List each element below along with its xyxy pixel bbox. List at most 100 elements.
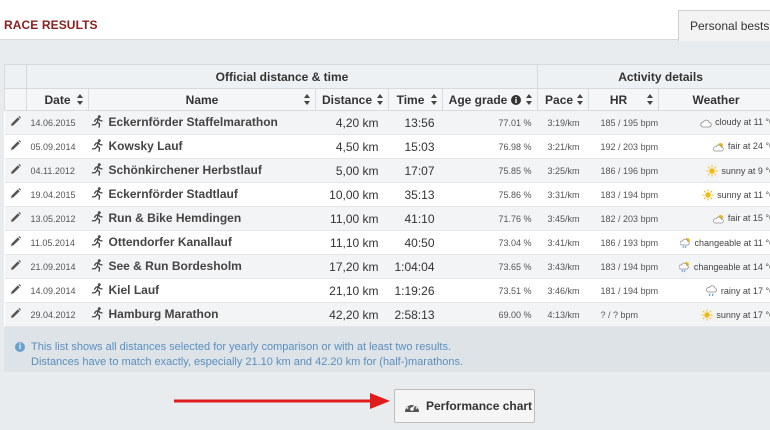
edit-icon[interactable] bbox=[10, 211, 21, 223]
info-icon[interactable] bbox=[511, 94, 522, 105]
col-hr-header[interactable]: HR bbox=[588, 88, 660, 111]
edit-icon[interactable] bbox=[10, 259, 21, 271]
edit-icon[interactable] bbox=[10, 139, 21, 151]
group-activity-header: Activity details bbox=[537, 64, 770, 89]
pace: 3:41/km bbox=[537, 230, 589, 255]
table-row[interactable]: 13.05.2012 Run & Bike Hemdingen 11,00 km 41… bbox=[4, 206, 770, 231]
edit-icon[interactable] bbox=[10, 235, 21, 247]
race-name[interactable]: See & Run Bordesholm bbox=[109, 259, 242, 273]
col-name-header[interactable]: Name bbox=[88, 88, 316, 111]
sun-icon bbox=[702, 189, 717, 200]
edit-icon[interactable] bbox=[10, 187, 21, 199]
race-time: 17:07 bbox=[388, 158, 443, 183]
col-weather-header[interactable]: Weather bbox=[658, 88, 770, 111]
dashboard-gauge-icon bbox=[405, 402, 419, 412]
heart-rate: 186 / 193 bpm bbox=[588, 230, 659, 255]
pace: 4:13/km bbox=[537, 302, 589, 327]
race-name[interactable]: Eckernförder Staffelmarathon bbox=[109, 115, 278, 129]
age-grade: 71.76 % bbox=[442, 206, 538, 231]
heart-rate: 183 / 194 bpm bbox=[588, 182, 659, 207]
race-name[interactable]: Ottendorfer Kanallauf bbox=[109, 235, 232, 249]
table-row[interactable]: 04.11.2012 Schönkirchener Herbstlauf 5,00 … bbox=[4, 158, 770, 183]
race-name[interactable]: Hamburg Marathon bbox=[109, 307, 219, 321]
race-date: 13.05.2012 bbox=[26, 206, 89, 231]
race-distance: 11,10 km bbox=[315, 230, 389, 255]
race-name[interactable]: Kiel Lauf bbox=[109, 283, 160, 297]
partly-sunny-icon bbox=[713, 213, 728, 224]
race-name[interactable]: Eckernförder Stadtlauf bbox=[109, 187, 238, 201]
weather-text: sunny at 11 °C bbox=[717, 189, 770, 200]
pace: 3:43/km bbox=[537, 254, 589, 279]
table-row[interactable]: 29.04.2012 Hamburg Marathon 42,20 km 2:58:1… bbox=[4, 302, 770, 327]
runner-icon bbox=[91, 138, 105, 155]
race-distance: 42,20 km bbox=[315, 302, 389, 327]
race-date: 11.05.2014 bbox=[26, 230, 89, 255]
race-date: 05.09.2014 bbox=[26, 134, 89, 159]
runner-icon bbox=[91, 234, 105, 251]
weather-text: rainy at 17 °C bbox=[720, 285, 770, 296]
age-grade: 75.86 % bbox=[442, 182, 538, 207]
group-official-header: Official distance & time bbox=[25, 64, 539, 89]
race-distance: 10,00 km bbox=[315, 182, 389, 207]
edit-icon[interactable] bbox=[10, 163, 21, 175]
col-time-header[interactable]: Time bbox=[388, 88, 443, 111]
runner-icon bbox=[91, 210, 105, 227]
race-date: 29.04.2012 bbox=[26, 302, 89, 327]
sort-icon bbox=[377, 94, 384, 106]
age-grade: 75.85 % bbox=[442, 158, 538, 183]
race-time: 35:13 bbox=[388, 182, 443, 207]
sort-icon bbox=[431, 94, 438, 106]
weather-text: changeable at 14 °C bbox=[693, 261, 770, 272]
partly-sunny-icon bbox=[713, 141, 728, 152]
performance-chart-button[interactable]: Performance chart bbox=[394, 389, 535, 423]
runner-icon bbox=[91, 114, 105, 131]
race-time: 15:03 bbox=[388, 134, 443, 159]
table-row[interactable]: 05.09.2014 Kowsky Lauf 4,50 km 15:03 76.98 %… bbox=[4, 134, 770, 159]
tab-personal-bests[interactable]: Personal bests bbox=[678, 10, 770, 41]
table-row[interactable]: 19.04.2015 Eckernförder Stadtlauf 10,00 km… bbox=[4, 182, 770, 207]
col-pace-header[interactable]: Pace bbox=[537, 88, 590, 111]
changeable-icon bbox=[679, 237, 695, 248]
race-name[interactable]: Kowsky Lauf bbox=[109, 139, 183, 153]
col-date-header[interactable]: Date bbox=[26, 88, 89, 111]
race-distance: 4,20 km bbox=[315, 110, 389, 135]
heart-rate: ? / ? bpm bbox=[588, 302, 659, 327]
race-time: 13:56 bbox=[388, 110, 443, 135]
runner-icon bbox=[91, 162, 105, 179]
pace: 3:19/km bbox=[537, 110, 589, 135]
pace: 3:46/km bbox=[537, 278, 589, 303]
weather-text: sunny at 17 °C bbox=[716, 309, 770, 320]
col-age-grade-header[interactable]: Age grade bbox=[441, 88, 539, 111]
rain-icon bbox=[706, 284, 721, 296]
edit-icon[interactable] bbox=[10, 307, 21, 319]
pace: 3:21/km bbox=[537, 134, 589, 159]
race-date: 14.09.2014 bbox=[26, 278, 89, 303]
red-arrow-annotation bbox=[174, 393, 390, 409]
page-title: RACE RESULTS bbox=[4, 18, 98, 32]
pace: 3:31/km bbox=[537, 182, 589, 207]
table-row[interactable]: 14.06.2015 Eckernförder Staffelmarathon 4,… bbox=[4, 110, 770, 135]
age-grade: 76.98 % bbox=[442, 134, 538, 159]
weather-text: changeable at 11 °C bbox=[694, 237, 770, 248]
race-time: 1:19:26 bbox=[388, 278, 443, 303]
table-row[interactable]: 21.09.2014 See & Run Bordesholm 17,20 km 1:… bbox=[4, 254, 770, 279]
race-name[interactable]: Run & Bike Hemdingen bbox=[109, 211, 242, 225]
race-name[interactable]: Schönkirchener Herbstlauf bbox=[109, 163, 262, 177]
race-time: 41:10 bbox=[388, 206, 443, 231]
race-distance: 4,50 km bbox=[315, 134, 389, 159]
age-grade: 69.00 % bbox=[442, 302, 538, 327]
heart-rate: 185 / 195 bpm bbox=[588, 110, 659, 135]
edit-icon[interactable] bbox=[10, 115, 21, 127]
weather-text: fair at 24 °C bbox=[727, 141, 770, 151]
sort-icon bbox=[77, 94, 84, 106]
race-date: 14.06.2015 bbox=[26, 110, 89, 135]
weather-text: sunny at 9 °C bbox=[721, 165, 770, 176]
race-distance: 17,20 km bbox=[315, 254, 389, 279]
table-row[interactable]: 11.05.2014 Ottendorfer Kanallauf 11,10 km 4… bbox=[4, 230, 770, 255]
col-distance-header[interactable]: Distance bbox=[315, 88, 389, 111]
sort-icon bbox=[647, 94, 654, 106]
runner-icon bbox=[91, 306, 105, 323]
edit-icon[interactable] bbox=[10, 283, 21, 295]
table-row[interactable]: 14.09.2014 Kiel Lauf 21,10 km 1:19:26 73.51 … bbox=[4, 278, 770, 303]
sort-icon bbox=[304, 94, 311, 106]
